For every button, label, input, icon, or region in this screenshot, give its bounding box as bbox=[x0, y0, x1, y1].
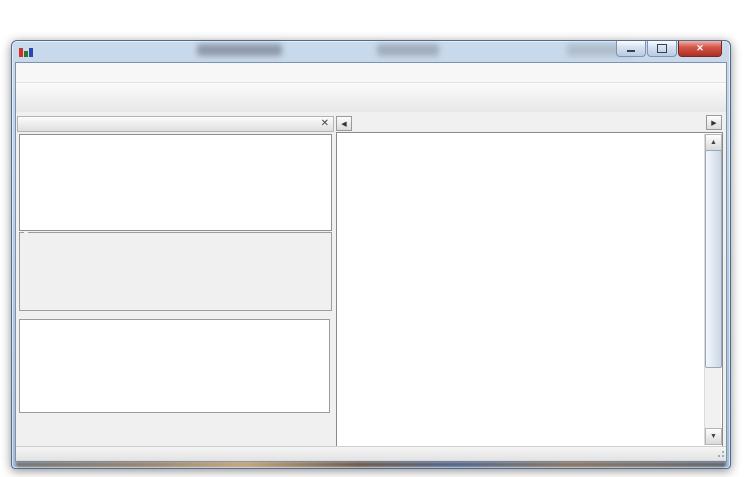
pile-params-group bbox=[19, 232, 332, 311]
menu-bar bbox=[16, 63, 726, 83]
toolbar bbox=[16, 83, 726, 113]
folders-pane: ✕ bbox=[17, 116, 334, 447]
wave-train-pane: ◀ ▶ ▲ ▼ bbox=[336, 116, 723, 447]
glass-artifact bbox=[377, 44, 439, 56]
waveform-readouts bbox=[19, 432, 334, 447]
scrollbar-thumb[interactable] bbox=[705, 150, 722, 368]
tab-bar: ◀ ▶ bbox=[336, 116, 723, 132]
title-bar: ✕ bbox=[12, 41, 730, 62]
scroll-down-icon[interactable]: ▼ bbox=[705, 428, 722, 445]
folders-list[interactable] bbox=[19, 134, 332, 231]
minimize-button[interactable] bbox=[616, 41, 646, 57]
resize-grip[interactable] bbox=[715, 450, 725, 460]
app-window: ✕ ✕ bbox=[11, 40, 731, 469]
maximize-button[interactable] bbox=[647, 41, 677, 57]
folders-pane-caption: ✕ bbox=[17, 116, 334, 132]
wave-train-panel: ▲ ▼ bbox=[336, 132, 723, 447]
app-icon bbox=[19, 46, 33, 57]
scroll-up-icon[interactable]: ▲ bbox=[705, 134, 722, 151]
tab-scroll-right-icon[interactable]: ▶ bbox=[706, 115, 722, 130]
glass-artifact bbox=[197, 44, 282, 56]
client-area: ✕ ◀ ▶ bbox=[16, 112, 726, 447]
close-button[interactable]: ✕ bbox=[678, 41, 722, 57]
close-icon[interactable]: ✕ bbox=[321, 119, 329, 129]
waveform-plot[interactable] bbox=[19, 319, 330, 413]
glass-artifact bbox=[16, 462, 726, 467]
waveform-options bbox=[19, 415, 332, 429]
window-body: ✕ ◀ ▶ bbox=[15, 62, 727, 462]
window-controls: ✕ bbox=[616, 41, 722, 57]
tab-scroll-left-icon[interactable]: ◀ bbox=[336, 116, 352, 131]
status-bar bbox=[16, 446, 726, 461]
wave-train-area[interactable] bbox=[338, 134, 705, 445]
vertical-scrollbar[interactable]: ▲ ▼ bbox=[704, 134, 721, 445]
